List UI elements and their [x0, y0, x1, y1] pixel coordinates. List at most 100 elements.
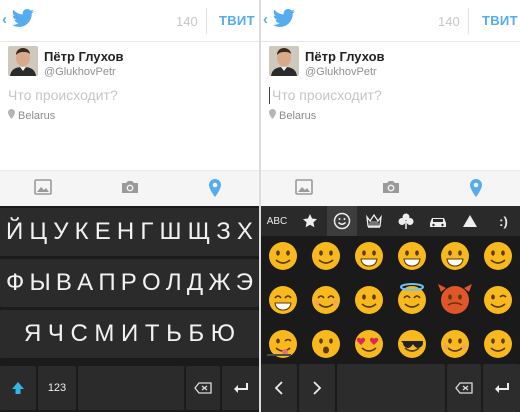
- face-wink-emoji[interactable]: [484, 286, 512, 314]
- key-1-8[interactable]: Ш: [159, 218, 181, 246]
- char-counter: 140: [438, 14, 460, 29]
- compose-header: ‹ 140 ТВИТ: [261, 0, 520, 42]
- avatar: [269, 46, 299, 76]
- face-imp-emoji[interactable]: [438, 284, 472, 314]
- backspace-icon: [455, 382, 473, 394]
- key-3-5[interactable]: И: [121, 320, 138, 348]
- emoji-grid: [269, 242, 512, 358]
- key-2-3[interactable]: В: [56, 269, 72, 297]
- key-3-8[interactable]: Б: [188, 320, 204, 348]
- enter-key[interactable]: [222, 366, 259, 410]
- left-screen: ‹ 140 ТВИТ Пётр Глухов @GlukhovPetr Что …: [0, 0, 259, 412]
- key-2-5[interactable]: П: [98, 269, 115, 297]
- tweet-button[interactable]: ТВИТ: [482, 13, 518, 28]
- backspace-key[interactable]: [447, 364, 481, 412]
- face-smirk-side-emoji[interactable]: [484, 330, 512, 358]
- key-2-4[interactable]: А: [77, 269, 93, 297]
- gallery-icon[interactable]: [34, 179, 52, 195]
- enter-icon: [233, 383, 248, 393]
- key-3-4[interactable]: М: [94, 320, 114, 348]
- tab-crown[interactable]: [359, 206, 389, 236]
- russian-keyboard: ЙЦУКЕНГШЩЗХ ФЫВАПРОЛДЖЭ ЯЧСМИТЬБЮ 123: [0, 206, 259, 412]
- location-icon[interactable]: [470, 179, 482, 197]
- back-button[interactable]: ‹: [263, 11, 268, 28]
- enter-icon: [494, 383, 509, 393]
- key-3-2[interactable]: Ч: [48, 320, 64, 348]
- key-1-4[interactable]: К: [75, 218, 89, 246]
- key-2-11[interactable]: Э: [236, 269, 253, 297]
- key-2-7[interactable]: О: [142, 269, 161, 297]
- face-blushing-emoji[interactable]: [441, 330, 469, 358]
- key-2-10[interactable]: Ж: [208, 269, 230, 297]
- tab-star[interactable]: [295, 206, 325, 236]
- face-surprised-emoji[interactable]: [312, 330, 340, 358]
- location-text: Belarus: [18, 110, 56, 122]
- face-laughing-closed-emoji[interactable]: [312, 286, 340, 314]
- key-2-8[interactable]: Л: [166, 269, 182, 297]
- face-big-grin-emoji[interactable]: [398, 242, 426, 270]
- user-handle: @GlukhovPetr: [44, 66, 116, 78]
- shift-arrow-icon: [12, 382, 24, 394]
- face-neutral-smile-emoji[interactable]: [269, 242, 297, 270]
- key-1-5[interactable]: Е: [95, 218, 111, 246]
- shift-key[interactable]: [0, 366, 36, 410]
- key-3-3[interactable]: С: [71, 320, 88, 348]
- enter-key[interactable]: [483, 364, 520, 412]
- text-cursor: [269, 87, 270, 104]
- space-key[interactable]: [78, 366, 184, 410]
- key-3-7[interactable]: Ь: [166, 320, 182, 348]
- key-1-10[interactable]: З: [216, 218, 231, 246]
- face-grin-emoji[interactable]: [312, 242, 340, 270]
- abc-tab[interactable]: ABC: [261, 206, 293, 236]
- face-smile-emoji[interactable]: [484, 242, 512, 270]
- tweet-input[interactable]: Что происходит?: [272, 87, 382, 103]
- backspace-key[interactable]: [186, 366, 220, 410]
- key-3-6[interactable]: Т: [145, 320, 160, 348]
- location-label[interactable]: Belarus: [8, 109, 55, 122]
- key-1-7[interactable]: Г: [140, 218, 153, 246]
- keyboard-row-3: ЯЧСМИТЬБЮ: [0, 310, 259, 358]
- key-1-2[interactable]: Ц: [29, 218, 47, 246]
- attachment-bar: [261, 170, 520, 206]
- clover-icon: [398, 213, 414, 229]
- tweet-input[interactable]: Что происходит?: [8, 87, 118, 103]
- backspace-icon: [194, 382, 212, 394]
- tweet-button[interactable]: ТВИТ: [219, 13, 255, 28]
- tab-car[interactable]: [423, 206, 453, 236]
- key-2-1[interactable]: Ф: [6, 269, 24, 297]
- face-sunglasses-emoji[interactable]: [398, 330, 426, 358]
- location-icon[interactable]: [209, 179, 221, 197]
- face-teeth-grin-emoji[interactable]: [355, 242, 383, 270]
- key-3-1[interactable]: Я: [24, 320, 41, 348]
- tab-emoticons[interactable]: :): [487, 206, 520, 236]
- face-laugh-teeth-emoji[interactable]: [441, 242, 469, 270]
- face-heart-eyes-emoji[interactable]: [355, 330, 383, 358]
- key-2-6[interactable]: Р: [121, 269, 137, 297]
- key-1-11[interactable]: Х: [237, 218, 253, 246]
- key-1-1[interactable]: Й: [6, 218, 23, 246]
- key-1-6[interactable]: Н: [117, 218, 134, 246]
- previous-page-button[interactable]: [261, 364, 297, 412]
- key-2-2[interactable]: Ы: [29, 269, 50, 297]
- key-3-9[interactable]: Ю: [211, 320, 235, 348]
- location-label[interactable]: Belarus: [269, 109, 316, 122]
- face-halo-emoji[interactable]: [398, 283, 426, 314]
- face-smirk-emoji[interactable]: [355, 286, 383, 314]
- key-1-3[interactable]: У: [53, 218, 68, 246]
- key-1-9[interactable]: Щ: [188, 218, 211, 246]
- back-button[interactable]: ‹: [2, 11, 7, 28]
- space-key[interactable]: [337, 364, 445, 412]
- gallery-icon[interactable]: [295, 179, 313, 195]
- right-screen: ‹ 140 ТВИТ Пётр Глухов @GlukhovPetr Что …: [261, 0, 520, 412]
- triangle-icon: [463, 215, 477, 227]
- face-laughing-emoji[interactable]: [269, 286, 297, 314]
- emoji-keyboard: ABC :): [261, 206, 520, 412]
- tab-triangle[interactable]: [455, 206, 485, 236]
- numbers-key[interactable]: 123: [38, 366, 76, 410]
- camera-icon[interactable]: [120, 179, 140, 195]
- camera-icon[interactable]: [381, 179, 401, 195]
- tab-smiley[interactable]: [327, 206, 357, 236]
- tab-clover[interactable]: [391, 206, 421, 236]
- next-page-button[interactable]: [299, 364, 335, 412]
- key-2-9[interactable]: Д: [187, 269, 203, 297]
